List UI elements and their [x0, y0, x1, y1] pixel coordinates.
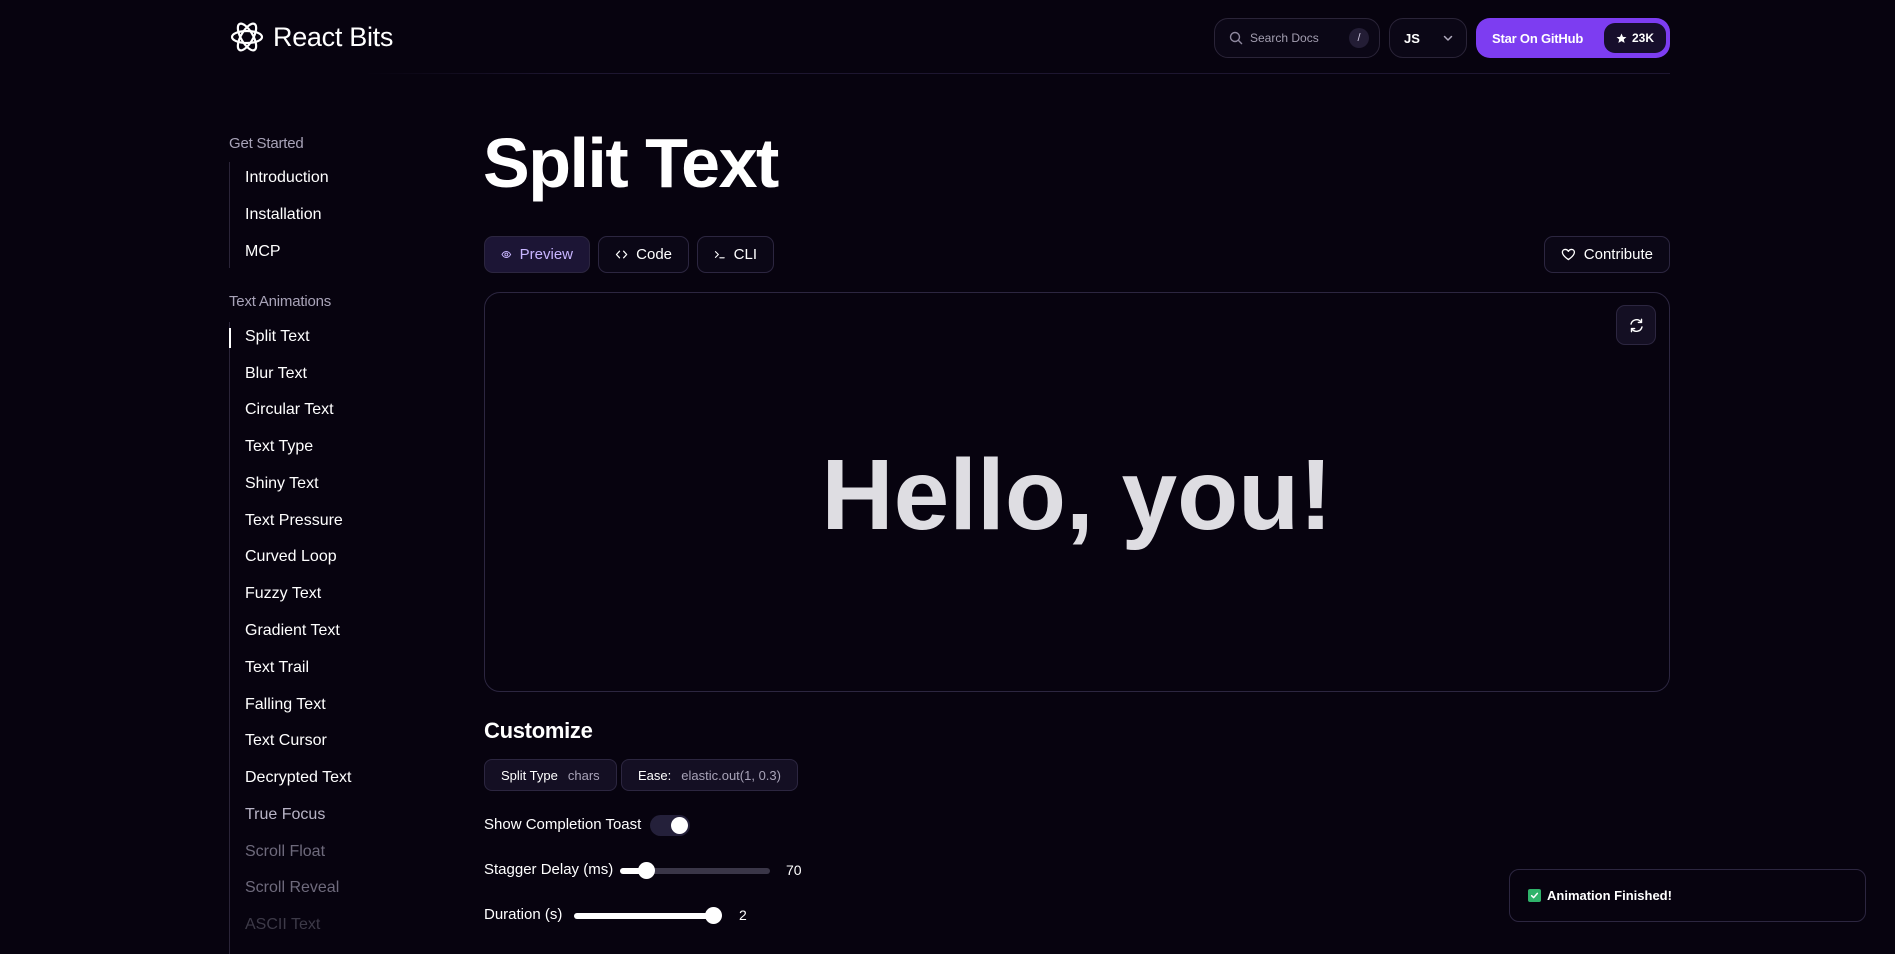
duration-thumb[interactable] — [705, 907, 722, 924]
logo-text: React Bits — [273, 21, 394, 52]
github-star-count: 23K — [1603, 23, 1666, 53]
completion-toast: Animation Finished! — [1509, 869, 1866, 922]
sidebar-item-ascii-text[interactable]: ASCII Text — [245, 916, 320, 934]
toast-toggle-label: Show Completion Toast — [484, 816, 642, 833]
language-select[interactable]: JS — [1389, 18, 1467, 58]
sidebar-item-decrypted-text[interactable]: Decrypted Text — [245, 769, 351, 787]
language-value: JS — [1404, 30, 1420, 46]
contribute-button[interactable]: Contribute — [1544, 236, 1670, 273]
toast-toggle-knob[interactable] — [671, 817, 688, 834]
sidebar-item-introduction[interactable]: Introduction — [245, 169, 329, 187]
github-label: Star On GitHub — [1492, 30, 1584, 46]
sidebar-item-shiny-text[interactable]: Shiny Text — [245, 475, 319, 493]
refresh-icon — [1629, 318, 1643, 332]
split-type-select[interactable]: Split Type chars — [484, 759, 617, 791]
tab-cli-label: CLI — [733, 246, 757, 263]
search-shortcut-key: / — [1349, 28, 1369, 48]
header-divider — [365, 73, 1670, 74]
code-icon — [615, 250, 628, 259]
ease-label: Ease: — [638, 767, 672, 783]
sidebar-item-split-text[interactable]: Split Text — [245, 328, 310, 346]
sidebar-section-get-started: Get Started — [229, 135, 304, 152]
heart-icon — [1561, 248, 1576, 261]
sidebar-item-true-focus[interactable]: True Focus — [245, 806, 325, 824]
sidebar-item-falling-text[interactable]: Falling Text — [245, 696, 326, 714]
search-icon — [1229, 31, 1243, 45]
refresh-button[interactable] — [1616, 305, 1656, 345]
star-icon — [1616, 33, 1627, 43]
customize-heading: Customize — [484, 718, 593, 743]
preview-text: Hello, you! — [821, 439, 1333, 551]
ease-value: elastic.out(1, 0.3) — [681, 767, 781, 783]
tab-preview-label: Preview — [519, 246, 573, 263]
duration-value: 2 — [739, 907, 747, 923]
sidebar-item-curved-loop[interactable]: Curved Loop — [245, 548, 337, 566]
sidebar-track — [229, 162, 230, 268]
terminal-icon — [714, 251, 725, 259]
toast-text: Animation Finished! — [1547, 888, 1672, 903]
split-type-label: Split Type — [501, 767, 558, 783]
sidebar-item-circular-text[interactable]: Circular Text — [245, 401, 334, 419]
logo[interactable]: React Bits — [229, 19, 393, 55]
chevron-down-icon — [1443, 35, 1453, 41]
sidebar-item-text-type[interactable]: Text Type — [245, 438, 313, 456]
search-placeholder: Search Docs — [1250, 31, 1319, 45]
eye-icon — [501, 251, 512, 258]
tab-cli[interactable]: CLI — [697, 236, 774, 273]
stagger-delay-label: Stagger Delay (ms) — [484, 861, 614, 878]
sidebar-item-blur-text[interactable]: Blur Text — [245, 365, 307, 383]
split-type-value: chars — [567, 767, 600, 783]
sidebar-item-text-pressure[interactable]: Text Pressure — [245, 512, 343, 530]
sidebar-item-scroll-reveal[interactable]: Scroll Reveal — [245, 879, 339, 897]
sidebar-item-gradient-text[interactable]: Gradient Text — [245, 622, 340, 640]
sidebar-item-text-cursor[interactable]: Text Cursor — [245, 732, 327, 750]
sidebar-item-fuzzy-text[interactable]: Fuzzy Text — [245, 585, 321, 603]
duration-label: Duration (s) — [484, 906, 563, 923]
ease-select[interactable]: Ease: elastic.out(1, 0.3) — [621, 759, 798, 791]
tab-code[interactable]: Code — [598, 236, 689, 273]
github-star-value: 23K — [1631, 31, 1654, 45]
sidebar-track — [229, 322, 230, 954]
sidebar-section-text-animations: Text Animations — [229, 293, 332, 310]
page-title: Split Text — [483, 124, 779, 202]
search-input[interactable]: Search Docs / — [1214, 18, 1380, 58]
github-star-button[interactable]: Star On GitHub 23K — [1476, 18, 1670, 58]
tab-code-label: Code — [636, 246, 672, 263]
stagger-delay-thumb[interactable] — [638, 862, 655, 879]
checkmark-icon — [1528, 889, 1541, 902]
sidebar-item-installation[interactable]: Installation — [245, 206, 322, 224]
sidebar-active-indicator — [229, 328, 231, 348]
sidebar-item-text-trail[interactable]: Text Trail — [245, 659, 309, 677]
contribute-label: Contribute — [1583, 246, 1653, 263]
sidebar-item-scroll-float[interactable]: Scroll Float — [245, 843, 325, 861]
sidebar-item-mcp[interactable]: MCP — [245, 243, 281, 261]
stagger-delay-value: 70 — [786, 862, 802, 878]
duration-fill — [574, 913, 714, 919]
tab-preview[interactable]: Preview — [484, 236, 590, 273]
react-atom-icon — [230, 22, 264, 52]
